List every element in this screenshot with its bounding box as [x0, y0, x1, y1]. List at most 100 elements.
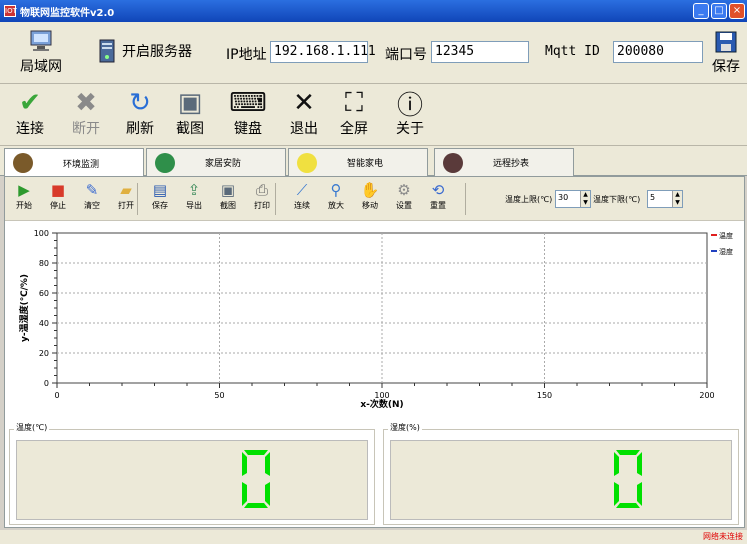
toolbar2-label: 全屏 — [340, 121, 368, 137]
x-tick-label: 150 — [537, 391, 552, 400]
title-bar: IOT 物联网监控软件v2.0 _ □ × — [0, 0, 747, 22]
toolbar2-label: 连接 — [16, 121, 44, 137]
port-field[interactable]: 12345 — [431, 41, 529, 63]
y-tick-label: 100 — [34, 229, 49, 238]
toolbar2-x-button[interactable]: ✖ 断开 — [70, 88, 102, 138]
chart-button-label: 打印 — [254, 201, 270, 210]
temp-lower-value: 5 — [650, 193, 656, 202]
start-server-label: 开启服务器 — [122, 44, 192, 60]
info-icon: ⓘ — [396, 90, 423, 121]
chart-button-label: 停止 — [50, 201, 66, 210]
lcd-segment-e — [242, 482, 247, 506]
chart-floppy-button[interactable]: ▤ 保存 — [145, 180, 175, 211]
toolbar-separator — [275, 183, 276, 215]
screenshot-icon: ▣ — [220, 181, 236, 199]
toolbar2-refresh-button[interactable]: ↻ 刷新 — [124, 88, 156, 138]
network-icon — [25, 26, 57, 56]
chart-button-label: 开始 — [16, 201, 32, 210]
lcd-segment-d — [616, 503, 640, 508]
temp-upper-spinner[interactable]: 30 ▲ ▼ — [555, 190, 591, 208]
chart-button-label: 连续 — [294, 201, 310, 210]
chart-reset-button[interactable]: ⟲ 重置 — [423, 180, 453, 211]
temperature-humidity-chart: 0 20 40 60 80 100 0 50 100 150 200 x-次数(N) y-温湿度(℃/%… — [18, 229, 733, 410]
lcd-segment-b — [637, 452, 642, 476]
toolbar2-keyboard-button[interactable]: ⌨ 键盘 — [229, 88, 267, 138]
humidity-title: 湿度(%) — [388, 422, 422, 433]
temp-lower-label: 温度下限(℃) — [593, 195, 641, 204]
ip-address-field[interactable]: 192.168.1.111 — [270, 41, 376, 63]
toolbar2-check-button[interactable]: ✔ 连接 — [14, 88, 46, 138]
play-icon: ▶ — [18, 181, 30, 199]
lan-label: 局域网 — [20, 59, 62, 75]
lcd-segment-e — [614, 482, 619, 506]
toolbar2-info-button[interactable]: ⓘ 关于 — [394, 88, 426, 138]
reset-icon: ⟲ — [431, 181, 445, 199]
save-config-label: 保存 — [712, 59, 740, 75]
refresh-icon: ↻ — [129, 88, 151, 118]
chart-button-label: 保存 — [152, 201, 168, 210]
maximize-button[interactable]: □ — [711, 3, 727, 19]
tab-plant[interactable]: 环境监测 — [4, 148, 144, 177]
chart-printer-button[interactable]: ⎙ 打印 — [247, 180, 277, 211]
plant-icon — [13, 153, 33, 173]
chart-play-button[interactable]: ▶ 开始 — [9, 180, 39, 211]
chart-button-label: 清空 — [84, 201, 100, 210]
legend-label: 湿度 — [719, 247, 733, 256]
temperature-title: 温度(℃) — [14, 422, 50, 433]
folder-open-icon: ▰ — [120, 181, 132, 199]
minimize-button[interactable]: _ — [693, 3, 709, 19]
chart-area: 0 20 40 60 80 100 0 50 100 150 200 x-次数(N) y-温湿度(℃/%… — [5, 221, 744, 410]
connection-status: 网络未连接 — [703, 532, 743, 541]
environment-panel: ▶ 开始 ■ 停止 ✎ 清空 ▰ 打开 ▤ 保存 ⇪ 导出 ▣ 截图 ⎙ 打印 ⟋ 连续 ⚲ 放大 ✋ 移动 ⚙ 设置 ⟲ 重置 … — [4, 176, 745, 528]
toolbar2-screenshot-button[interactable]: ▣ 截图 — [174, 88, 206, 138]
temp-lower-spinner[interactable]: 5 ▲ ▼ — [647, 190, 683, 208]
toolbar2-label: 退出 — [290, 121, 318, 137]
humidity-lcd — [610, 448, 650, 513]
chart-toolbar: ▶ 开始 ■ 停止 ✎ 清空 ▰ 打开 ▤ 保存 ⇪ 导出 ▣ 截图 ⎙ 打印 ⟋ 连续 ⚲ 放大 ✋ 移动 ⚙ 设置 ⟲ 重置 … — [5, 177, 744, 221]
mqtt-id-label: Mqtt ID — [545, 44, 600, 59]
lcd-segment-a — [616, 450, 640, 455]
toolbar2-label: 关于 — [396, 121, 424, 137]
lcd-segment-g — [616, 476, 640, 482]
floppy-icon — [714, 28, 738, 56]
y-tick-label: 60 — [39, 289, 49, 298]
chart-zoom-button[interactable]: ⚲ 放大 — [321, 180, 351, 211]
temp-upper-value: 30 — [558, 193, 569, 202]
chart-chart-line-button[interactable]: ⟋ 连续 — [287, 180, 317, 211]
toolbar2-exit-button[interactable]: ✕ 退出 — [288, 88, 320, 138]
tab-bulb[interactable]: 智能家电 — [288, 148, 428, 176]
toolbar2-label: 刷新 — [126, 121, 154, 137]
save-config-button[interactable]: 保存 — [712, 28, 740, 76]
tab-gauge[interactable]: 远程抄表 — [434, 148, 574, 176]
start-server-button[interactable]: 开启服务器 — [96, 36, 192, 66]
chart-button-label: 设置 — [396, 201, 412, 210]
mqtt-id-field[interactable]: 200080 — [613, 41, 703, 63]
chart-broom-button[interactable]: ✎ 清空 — [77, 180, 107, 211]
spinner-arrows-icon[interactable]: ▲ ▼ — [672, 191, 682, 207]
chart-hand-button[interactable]: ✋ 移动 — [355, 180, 385, 211]
humidity-digit — [614, 450, 642, 508]
tab-label: 智能家电 — [347, 159, 384, 169]
spinner-arrows-icon[interactable]: ▲ ▼ — [580, 191, 590, 207]
chart-stop-button[interactable]: ■ 停止 — [43, 180, 73, 211]
tab-shield[interactable]: 家居安防 — [146, 148, 286, 176]
chart-export-button[interactable]: ⇪ 导出 — [179, 180, 209, 211]
y-tick-label: 40 — [39, 319, 49, 328]
y-tick-label: 20 — [39, 349, 49, 358]
lan-button[interactable]: 局域网 — [20, 26, 62, 76]
toolbar2-label: 截图 — [176, 121, 204, 137]
toolbar2-fullscreen-button[interactable]: ⛶ 全屏 — [338, 88, 370, 138]
lcd-segment-c — [265, 482, 270, 506]
broom-icon: ✎ — [85, 181, 99, 199]
floppy-icon: ▤ — [152, 181, 168, 199]
tab-label: 环境监测 — [63, 159, 100, 170]
temperature-group: 温度(℃) — [9, 422, 375, 525]
shield-icon — [155, 152, 175, 173]
close-button[interactable]: × — [729, 3, 745, 19]
temperature-display-bg — [16, 440, 368, 520]
chart-button-label: 打开 — [118, 201, 134, 210]
chart-screenshot-button[interactable]: ▣ 截图 — [213, 180, 243, 211]
chart-gear-button[interactable]: ⚙ 设置 — [389, 180, 419, 211]
exit-icon: ✕ — [293, 88, 315, 118]
status-bar: 网络未连接 — [0, 530, 747, 544]
